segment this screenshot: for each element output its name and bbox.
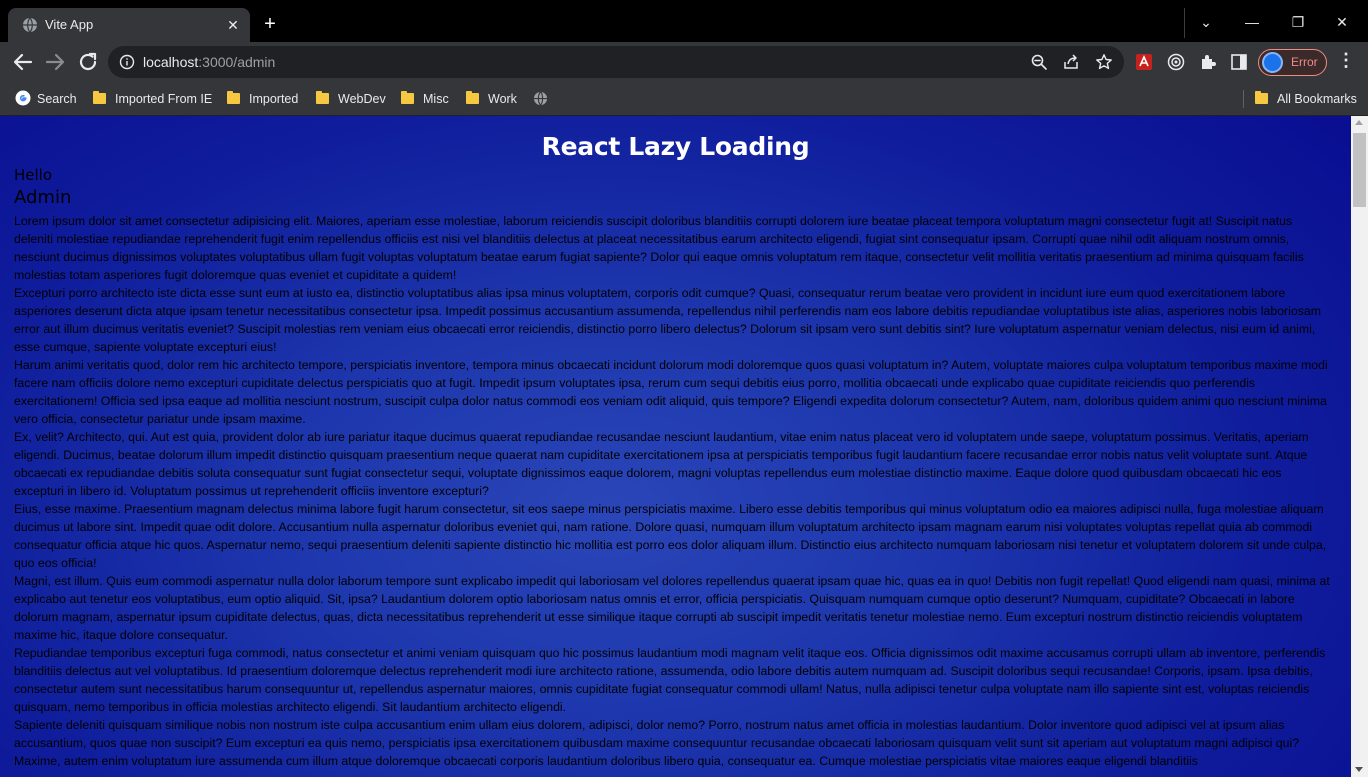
- profile-button[interactable]: Error: [1258, 49, 1327, 76]
- lorem-content: Lorem ipsum dolor sit amet consectetur a…: [14, 212, 1334, 770]
- forward-arrow-icon[interactable]: [43, 50, 67, 74]
- close-window-button[interactable]: ✕: [1320, 8, 1364, 38]
- browser-menu-icon[interactable]: ⋮: [1336, 51, 1356, 71]
- bookmarks-divider: [1243, 90, 1244, 108]
- bookmark-folder-imported[interactable]: Imported: [227, 90, 298, 108]
- paragraph: Harum animi veritatis quod, dolor rem hi…: [14, 358, 1328, 426]
- bookmark-folder-misc[interactable]: Misc: [401, 90, 449, 108]
- bookmark-folder-webdev[interactable]: WebDev: [316, 90, 386, 108]
- bookmark-label: All Bookmarks: [1277, 92, 1357, 106]
- bookmark-label: Imported: [249, 92, 299, 106]
- tab-title: Vite App: [45, 17, 94, 32]
- url-text: localhost:3000/admin: [143, 54, 275, 70]
- paragraph: Lorem ipsum dolor sit amet consectetur a…: [14, 214, 1304, 282]
- bookmark-star-icon[interactable]: [1095, 53, 1113, 71]
- globe-icon: [23, 17, 37, 33]
- scroll-up-arrow-icon[interactable]: [1355, 120, 1363, 125]
- site-info-icon[interactable]: [119, 54, 135, 70]
- folder-icon: [93, 91, 106, 104]
- page-title: React Lazy Loading: [541, 132, 810, 161]
- page-viewport: React Lazy Loading Hello Admin Lorem ips…: [0, 116, 1351, 777]
- paragraph: Repudiandae temporibus excepturi fuga co…: [14, 646, 1326, 714]
- window-controls-divider: [1184, 8, 1185, 38]
- url-host: localhost: [143, 54, 199, 70]
- avatar: [1262, 52, 1283, 73]
- bookmark-label: Search: [37, 92, 77, 106]
- bookmark-label: Misc: [423, 92, 449, 106]
- bookmark-folder-work[interactable]: Work: [466, 90, 517, 108]
- extensions-puzzle-icon[interactable]: [1199, 53, 1217, 71]
- restore-button[interactable]: ❐: [1276, 8, 1320, 38]
- tab-search-button[interactable]: ⌄: [1184, 8, 1228, 38]
- minimize-button[interactable]: —: [1230, 8, 1274, 38]
- url-path: :3000/admin: [198, 54, 276, 70]
- address-bar[interactable]: localhost:3000/admin: [108, 46, 1124, 78]
- paragraph: Ex, velit? Architecto, qui. Aut est quia…: [14, 430, 1309, 498]
- scroll-down-arrow-icon[interactable]: [1355, 767, 1363, 772]
- extension-target-icon[interactable]: [1167, 53, 1185, 71]
- paragraph: Eius, esse maxime. Praesentium magnam de…: [14, 502, 1327, 570]
- google-icon: [15, 90, 31, 106]
- page-scrollbar[interactable]: [1351, 116, 1368, 777]
- globe-icon: [533, 91, 548, 106]
- hello-text: Hello: [14, 166, 53, 184]
- bookmark-label: Work: [488, 92, 517, 106]
- paragraph: Magni, est illum. Quis eum commodi asper…: [14, 574, 1330, 642]
- side-panel-icon[interactable]: [1230, 53, 1248, 71]
- folder-icon: [466, 91, 479, 104]
- bookmark-folder-imported-from-ie[interactable]: Imported From IE: [93, 90, 212, 108]
- paragraph: Sapiente deleniti quisquam similique nob…: [14, 718, 1300, 768]
- extension-red-icon[interactable]: [1135, 53, 1153, 71]
- bookmark-globe[interactable]: [533, 90, 548, 108]
- tab-close-icon[interactable]: ✕: [222, 14, 244, 36]
- bookmarks-bar: Search Imported From IE Imported WebDev …: [0, 81, 1368, 116]
- back-arrow-icon[interactable]: [11, 50, 35, 74]
- admin-heading: Admin: [14, 187, 72, 208]
- folder-icon: [316, 91, 329, 104]
- folder-icon: [1255, 91, 1268, 104]
- zoom-icon[interactable]: [1030, 53, 1048, 71]
- browser-tab[interactable]: Vite App ✕: [8, 8, 250, 42]
- bookmark-search[interactable]: Search: [15, 90, 77, 108]
- tab-strip: Vite App ✕ + ⌄ — ❐ ✕: [0, 0, 1368, 42]
- bookmark-label: Imported From IE: [115, 92, 213, 106]
- new-tab-button[interactable]: +: [258, 13, 282, 37]
- reload-icon[interactable]: [76, 50, 100, 74]
- browser-toolbar: localhost:3000/admin Error ⋮: [0, 42, 1368, 81]
- folder-icon: [401, 91, 414, 104]
- profile-status-label: Error: [1291, 55, 1318, 69]
- folder-icon: [227, 91, 240, 104]
- share-icon[interactable]: [1062, 53, 1080, 71]
- bookmark-label: WebDev: [338, 92, 386, 106]
- all-bookmarks-button[interactable]: All Bookmarks: [1255, 90, 1357, 108]
- scrollbar-thumb[interactable]: [1353, 133, 1366, 207]
- paragraph: Excepturi porro architecto iste dicta es…: [14, 286, 1321, 354]
